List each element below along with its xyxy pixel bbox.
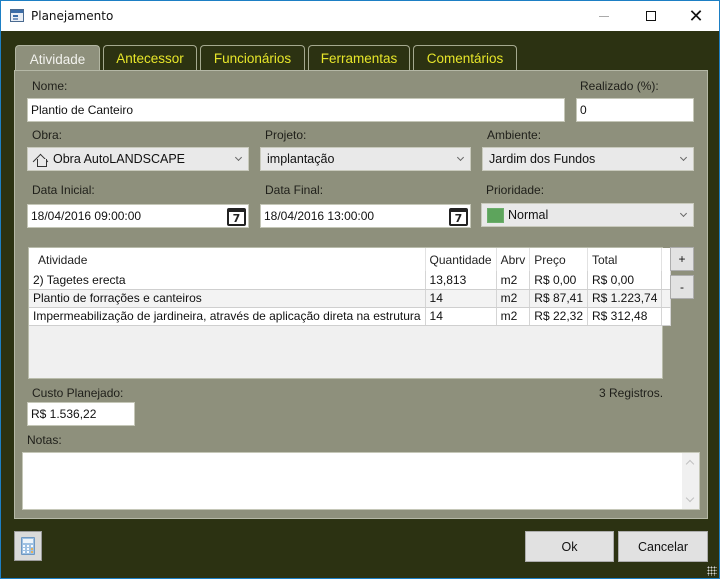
- calculator-button[interactable]: [14, 531, 42, 561]
- cell-atividade: Plantio de forrações e canteiros: [29, 289, 426, 308]
- data-inicial-picker[interactable]: 18/04/2016 09:00:00 7: [27, 204, 249, 228]
- calendar-icon[interactable]: 7: [449, 208, 468, 226]
- ambiente-value: Jardim dos Fundos: [489, 152, 596, 166]
- cell-total: R$ 312,48: [587, 307, 663, 326]
- notas-label: Notas:: [27, 433, 62, 447]
- data-final-value: 18/04/2016 13:00:00: [264, 209, 375, 223]
- remove-row-button[interactable]: -: [670, 275, 694, 299]
- tab-atividade[interactable]: Atividade: [15, 45, 100, 73]
- scroll-up-icon[interactable]: [685, 459, 695, 469]
- prioridade-value: Normal: [508, 208, 549, 222]
- realizado-label: Realizado (%):: [580, 79, 659, 93]
- data-final-label: Data Final:: [265, 183, 324, 197]
- data-inicial-value: 18/04/2016 09:00:00: [31, 209, 142, 223]
- custo-planejado-input[interactable]: R$ 1.536,22: [27, 402, 135, 426]
- cell-total: R$ 0,00: [587, 271, 663, 290]
- ok-button[interactable]: Ok: [525, 531, 614, 562]
- cell-preco: R$ 87,41: [529, 289, 588, 308]
- cell-filler: [661, 307, 672, 326]
- tab-antecessor[interactable]: Antecessor: [103, 45, 197, 71]
- col-header-abrv[interactable]: Abrv: [496, 248, 531, 271]
- ambiente-label: Ambiente:: [487, 128, 542, 142]
- data-final-picker[interactable]: 18/04/2016 13:00:00 7: [260, 204, 471, 228]
- cell-abrv: m2: [496, 307, 531, 326]
- col-header-preco[interactable]: Preço: [529, 248, 588, 271]
- calendar-icon[interactable]: 7: [227, 208, 246, 226]
- prioridade-select[interactable]: Normal: [481, 203, 694, 227]
- activities-grid[interactable]: Atividade Quantidade Abrv Preço Total 2)…: [28, 247, 672, 379]
- realizado-input[interactable]: 0: [576, 98, 694, 122]
- priority-color-swatch: [487, 207, 504, 223]
- tab-strip: Atividade Antecessor Funcionários Ferram…: [15, 45, 520, 73]
- chevron-down-icon: [681, 155, 686, 160]
- cell-abrv: m2: [496, 271, 531, 290]
- table-row[interactable]: 2) Tagetes erecta 13,813 m2 R$ 0,00 R$ 0…: [29, 271, 672, 290]
- planejamento-window: Planejamento ✕ Atividade Antecessor Func…: [0, 0, 720, 579]
- activities-table: Atividade Quantidade Abrv Preço Total 2)…: [29, 248, 672, 326]
- cell-quantidade: 14: [425, 307, 497, 326]
- nome-label: Nome:: [32, 79, 68, 93]
- tab-funcionarios[interactable]: Funcionários: [200, 45, 305, 71]
- projeto-value: implantação: [267, 152, 335, 166]
- nome-input[interactable]: Plantio de Canteiro: [27, 98, 565, 122]
- cell-preco: R$ 0,00: [529, 271, 588, 290]
- scroll-down-icon[interactable]: [685, 493, 695, 503]
- col-header-quantidade[interactable]: Quantidade: [425, 248, 497, 271]
- cell-total: R$ 1.223,74: [587, 289, 663, 308]
- obra-value: Obra AutoLANDSCAPE: [53, 152, 186, 166]
- custo-planejado-label: Custo Planejado:: [32, 386, 124, 400]
- cancel-button[interactable]: Cancelar: [618, 531, 708, 562]
- notas-scrollbar[interactable]: [682, 453, 699, 509]
- notas-textarea[interactable]: [22, 452, 700, 510]
- cell-quantidade: 14: [425, 289, 497, 308]
- cell-atividade: 2) Tagetes erecta: [29, 271, 426, 290]
- close-icon: ✕: [688, 5, 704, 27]
- obra-label: Obra:: [32, 128, 63, 142]
- cell-atividade: Impermeabilização de jardineira, através…: [29, 307, 426, 326]
- app-icon: [10, 9, 24, 22]
- calculator-icon: [21, 537, 35, 555]
- obra-select[interactable]: Obra AutoLANDSCAPE: [27, 147, 249, 171]
- minimize-icon: [599, 15, 609, 17]
- maximize-button[interactable]: [628, 1, 674, 31]
- cell-preco: R$ 22,32: [529, 307, 588, 326]
- record-count: 3 Registros.: [599, 386, 664, 400]
- projeto-select[interactable]: implantação: [260, 147, 471, 171]
- data-inicial-label: Data Inicial:: [32, 183, 95, 197]
- col-header-atividade[interactable]: Atividade: [29, 248, 426, 271]
- tab-ferramentas[interactable]: Ferramentas: [308, 45, 410, 71]
- projeto-label: Projeto:: [265, 128, 307, 142]
- tab-comentarios[interactable]: Comentários: [413, 45, 517, 71]
- table-row[interactable]: Plantio de forrações e canteiros 14 m2 R…: [29, 289, 672, 308]
- window-title: Planejamento: [31, 9, 114, 23]
- col-header-total[interactable]: Total: [587, 248, 663, 271]
- minimize-button[interactable]: [581, 1, 627, 31]
- table-row[interactable]: Impermeabilização de jardineira, através…: [29, 307, 672, 326]
- title-bar: Planejamento ✕: [1, 1, 719, 31]
- grid-header-row: Atividade Quantidade Abrv Preço Total: [29, 248, 671, 271]
- cell-quantidade: 13,813: [425, 271, 497, 290]
- add-row-button[interactable]: +: [670, 247, 694, 271]
- close-button[interactable]: ✕: [673, 1, 719, 31]
- house-icon: [34, 153, 48, 167]
- chevron-down-icon: [458, 155, 463, 160]
- maximize-icon: [646, 11, 656, 21]
- chevron-down-icon: [236, 155, 241, 160]
- ambiente-select[interactable]: Jardim dos Fundos: [482, 147, 694, 171]
- prioridade-label: Prioridade:: [486, 183, 545, 197]
- resize-grip-icon[interactable]: [707, 566, 717, 576]
- cell-abrv: m2: [496, 289, 531, 308]
- chevron-down-icon: [681, 211, 686, 216]
